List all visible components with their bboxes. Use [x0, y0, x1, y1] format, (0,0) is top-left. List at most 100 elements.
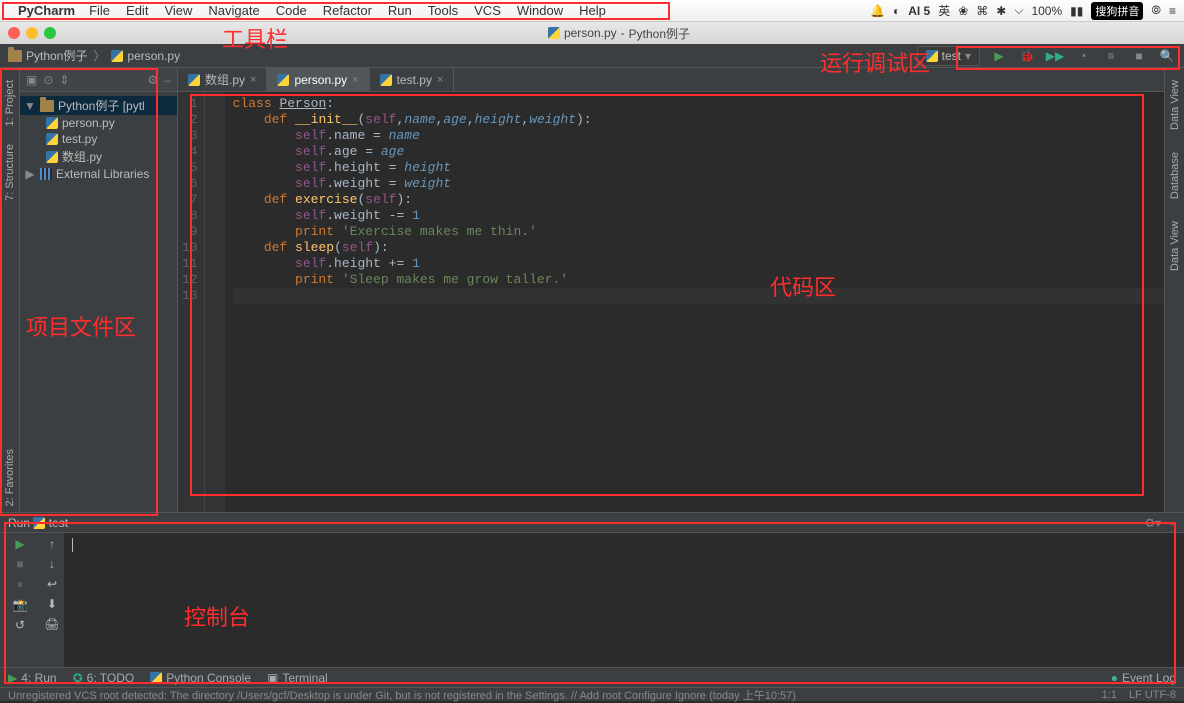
- bell-icon[interactable]: 🔔: [870, 4, 885, 18]
- run-button[interactable]: ▶: [990, 47, 1008, 65]
- tab-person[interactable]: person.py×: [267, 68, 369, 91]
- toolwindow-favorites[interactable]: 2: Favorites: [2, 443, 18, 512]
- tab-test[interactable]: test.py×: [370, 68, 455, 91]
- debug-button[interactable]: 🐞: [1018, 47, 1036, 65]
- soft-wrap-button[interactable]: ↩: [47, 577, 57, 591]
- python-icon: [926, 50, 938, 62]
- search-everywhere-button[interactable]: 🔍: [1158, 47, 1176, 65]
- minimize-window-button[interactable]: [26, 27, 38, 39]
- encoding-indicator[interactable]: LF UTF-8: [1129, 689, 1176, 701]
- stop-button[interactable]: ■: [1130, 47, 1148, 65]
- pause-button[interactable]: ⏸: [17, 577, 23, 592]
- close-icon[interactable]: ×: [437, 74, 443, 86]
- menu-window[interactable]: Window: [517, 3, 563, 18]
- up-stack-button[interactable]: ↑: [49, 537, 55, 551]
- spotlight-icon[interactable]: ⦾: [1151, 3, 1161, 18]
- toolwindow-terminal[interactable]: ▣Terminal: [267, 671, 328, 685]
- bottom-toolwindow-bar: ▶4: Run ✪6: TODO Python Console ▣Termina…: [0, 667, 1184, 687]
- scroll-to-end-button[interactable]: ⬇: [47, 597, 57, 611]
- bluetooth-icon[interactable]: ✱: [996, 4, 1006, 18]
- line-number-gutter[interactable]: 12345678910111213: [178, 92, 205, 512]
- menu-tools[interactable]: Tools: [428, 3, 458, 18]
- console-output[interactable]: [64, 533, 1184, 667]
- menu-file[interactable]: File: [89, 3, 110, 18]
- print-button[interactable]: 🖨: [44, 617, 59, 631]
- battery-icon[interactable]: ▮▮: [1070, 4, 1083, 18]
- status-message[interactable]: Unregistered VCS root detected: The dire…: [8, 687, 796, 703]
- library-icon: [40, 168, 52, 180]
- menu-extra-icon[interactable]: ≡: [1169, 4, 1176, 18]
- project-hide-button[interactable]: –: [164, 73, 171, 87]
- toolwindow-project[interactable]: 1: Project: [2, 74, 18, 132]
- chevron-down-icon: ▾: [965, 49, 971, 63]
- caret-position[interactable]: 1:1: [1102, 689, 1117, 701]
- toolwindow-python-console[interactable]: Python Console: [150, 671, 251, 685]
- python-icon: [33, 517, 45, 529]
- down-stack-button[interactable]: ↓: [49, 557, 55, 571]
- ime-sogou[interactable]: 搜狗拼音: [1091, 2, 1143, 20]
- breadcrumb-file[interactable]: person.py: [111, 49, 180, 63]
- python-file-icon: [188, 74, 200, 86]
- status-bar: Unregistered VCS root detected: The dire…: [0, 687, 1184, 701]
- project-tree[interactable]: ▼ Python例子 [pytl person.py test.py 数组.py…: [20, 92, 177, 512]
- menu-code[interactable]: Code: [276, 3, 307, 18]
- rerun-button[interactable]: ▶: [15, 537, 24, 551]
- run-coverage-button[interactable]: ▶▶: [1046, 47, 1064, 65]
- editor: 数组.py× person.py× test.py× 1234567891011…: [178, 68, 1164, 512]
- run-config-selector[interactable]: test ▾: [917, 46, 980, 66]
- file-shuzu[interactable]: 数组.py: [20, 147, 177, 166]
- tab-shuzu[interactable]: 数组.py×: [178, 68, 267, 91]
- ai-indicator[interactable]: AI 5: [908, 4, 930, 18]
- profile-button[interactable]: ◔: [1074, 47, 1092, 65]
- toolwindow-data-view[interactable]: Data View: [1167, 74, 1183, 136]
- macos-menubar: PyCharm File Edit View Navigate Code Ref…: [0, 0, 1184, 22]
- project-settings-icon[interactable]: ⚙: [148, 73, 159, 87]
- flower-icon[interactable]: ❀: [958, 4, 968, 18]
- file-person[interactable]: person.py: [20, 115, 177, 131]
- navbar: Python例子 〉 person.py test ▾ ▶ 🐞 ▶▶ ◔ ≡ ■…: [0, 44, 1184, 68]
- file-test[interactable]: test.py: [20, 131, 177, 147]
- zoom-window-button[interactable]: [44, 27, 56, 39]
- project-collapse-all[interactable]: ⇕: [59, 73, 69, 87]
- stop-process-button[interactable]: ■: [16, 557, 23, 571]
- close-icon[interactable]: ×: [352, 74, 358, 86]
- python-icon: [150, 672, 162, 684]
- screenshot-icon[interactable]: ⌘: [976, 4, 988, 18]
- hanzi-icon[interactable]: 英: [938, 2, 950, 19]
- toolwindow-run[interactable]: ▶4: Run: [8, 671, 57, 685]
- project-root[interactable]: ▼ Python例子 [pytl: [20, 96, 177, 115]
- menu-help[interactable]: Help: [579, 3, 606, 18]
- menu-navigate[interactable]: Navigate: [208, 3, 259, 18]
- run-panel-settings-icon[interactable]: ⚙▾: [1145, 516, 1162, 530]
- menu-run[interactable]: Run: [388, 3, 412, 18]
- toolwindow-data-view-2[interactable]: Data View: [1167, 215, 1183, 277]
- code-editor[interactable]: class Person: def __init__(self,name,age…: [225, 92, 1164, 512]
- restore-layout-button[interactable]: ↺: [15, 618, 25, 632]
- project-tool-window: ▣ ⊙ ⇕ ⚙ – ▼ Python例子 [pytl person.py tes…: [20, 68, 178, 512]
- menu-view[interactable]: View: [164, 3, 192, 18]
- run-panel-hide-button[interactable]: –: [1169, 516, 1176, 530]
- close-window-button[interactable]: [8, 27, 20, 39]
- menu-refactor[interactable]: Refactor: [323, 3, 372, 18]
- event-log-button[interactable]: ●Event Log: [1111, 671, 1176, 685]
- title-file: person.py: [564, 26, 617, 40]
- toolwindow-todo[interactable]: ✪6: TODO: [73, 671, 135, 685]
- battery-pct[interactable]: 100%: [1031, 4, 1062, 18]
- concurrency-button[interactable]: ≡: [1102, 47, 1120, 65]
- project-view-selector[interactable]: ▣: [26, 73, 37, 87]
- toolwindow-database[interactable]: Database: [1167, 146, 1183, 205]
- clock-icon[interactable]: ◐: [893, 4, 900, 18]
- project-toolbar: ▣ ⊙ ⇕ ⚙ –: [20, 68, 177, 92]
- menu-edit[interactable]: Edit: [126, 3, 148, 18]
- menu-vcs[interactable]: VCS: [474, 3, 501, 18]
- breakpoint-gutter[interactable]: [205, 92, 225, 512]
- dump-threads-button[interactable]: 📸: [13, 598, 28, 612]
- wifi-icon[interactable]: ⌵: [1014, 3, 1023, 18]
- python-file-icon: [46, 151, 58, 163]
- breadcrumb-project[interactable]: Python例子: [8, 47, 87, 64]
- close-icon[interactable]: ×: [250, 74, 256, 86]
- external-libraries[interactable]: ▶ External Libraries: [20, 166, 177, 182]
- toolwindow-structure[interactable]: 7: Structure: [2, 138, 18, 207]
- python-file-icon: [111, 50, 123, 62]
- project-scroll-from-source[interactable]: ⊙: [43, 73, 53, 87]
